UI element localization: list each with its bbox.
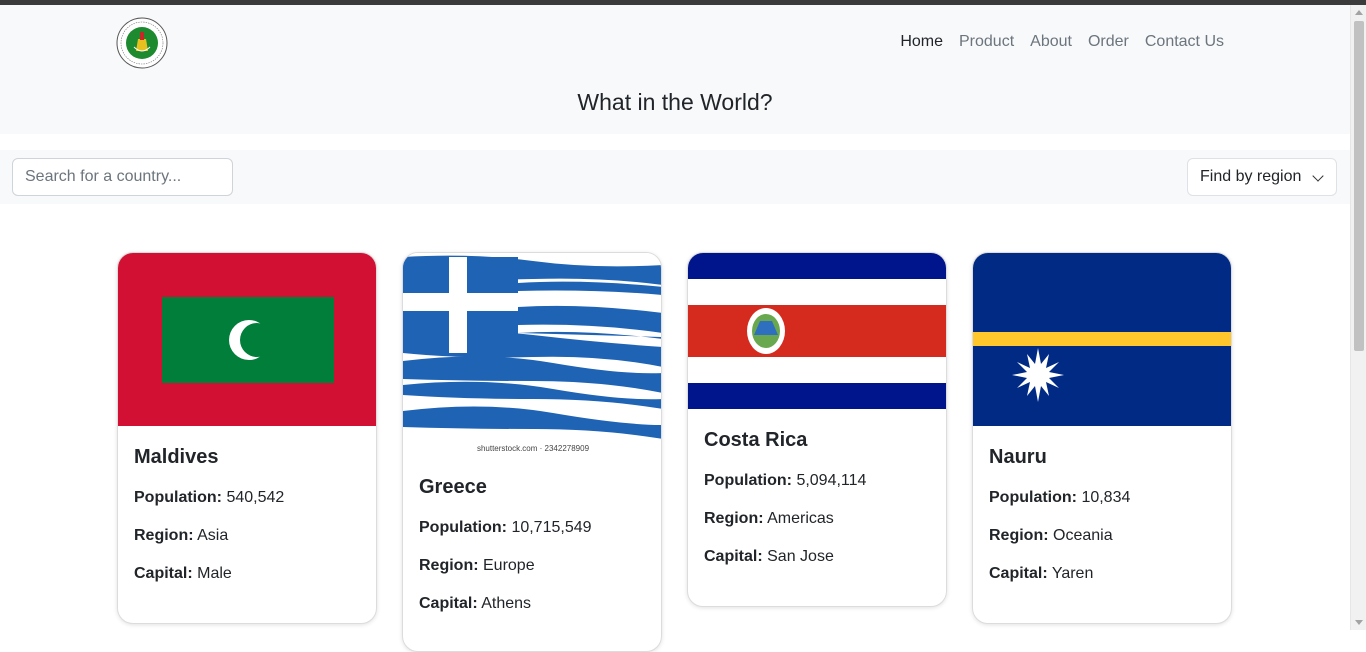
filter-toolbar: Find by region	[0, 150, 1350, 204]
population-row: Population: 5,094,114	[704, 472, 867, 489]
population-value: 5,094,114	[796, 472, 867, 489]
svg-text:shutterstock.com · 2342278909: shutterstock.com · 2342278909	[477, 444, 590, 453]
site-header: Home Product About Order Contact Us What…	[0, 5, 1350, 134]
country-search-input[interactable]	[12, 158, 233, 196]
country-name: Costa Rica	[704, 429, 808, 451]
capital-value: Male	[197, 565, 232, 582]
region-value: Oceania	[1053, 527, 1113, 544]
capital-value: San Jose	[767, 548, 834, 565]
scrollbar-thumb[interactable]	[1354, 21, 1364, 351]
region-row: Region: Oceania	[989, 527, 1113, 544]
nav-contact-us[interactable]: Contact Us	[1145, 33, 1224, 51]
country-card-maldives[interactable]: Maldives Population: 540,542 Region: Asi…	[117, 252, 377, 624]
emblem-logo-icon[interactable]	[116, 17, 168, 69]
region-value: Asia	[197, 527, 229, 544]
population-value: 10,715,549	[511, 519, 592, 536]
nav-about[interactable]: About	[1030, 33, 1072, 51]
country-name: Maldives	[134, 446, 219, 468]
capital-row: Capital: San Jose	[704, 548, 834, 565]
country-card-costa-rica[interactable]: Costa Rica Population: 5,094,114 Region:…	[687, 252, 947, 607]
capital-value: Athens	[481, 595, 532, 612]
costa-rica-flag-image	[688, 253, 946, 409]
capital-row: Capital: Athens	[419, 595, 532, 612]
region-value: Europe	[483, 557, 535, 574]
region-dropdown[interactable]: Find by region	[1187, 158, 1337, 196]
nav-order[interactable]: Order	[1088, 33, 1129, 51]
page-scrollbar[interactable]	[1350, 5, 1366, 630]
page-title: What in the World?	[577, 89, 773, 115]
region-value: Americas	[767, 510, 834, 527]
nav-product[interactable]: Product	[959, 33, 1014, 51]
greece-flag-image: shutterstock.com · 2342278909	[403, 253, 661, 456]
capital-value: Yaren	[1051, 565, 1094, 582]
maldives-flag-image	[118, 253, 376, 426]
nav-home[interactable]: Home	[900, 33, 943, 51]
region-dropdown-label: Find by region	[1200, 168, 1302, 185]
capital-row: Capital: Yaren	[989, 565, 1094, 582]
chevron-down-icon	[1312, 170, 1324, 182]
region-row: Region: Europe	[419, 557, 535, 574]
country-card-greece[interactable]: shutterstock.com · 2342278909 Greece Pop…	[402, 252, 662, 652]
population-row: Population: 10,715,549	[419, 519, 592, 536]
nauru-flag-image	[973, 253, 1231, 426]
main-nav: Home Product About Order Contact Us	[900, 33, 1224, 51]
population-value: 10,834	[1081, 489, 1131, 506]
population-row: Population: 540,542	[134, 489, 285, 506]
scroll-up-arrow-icon[interactable]	[1355, 10, 1363, 15]
scroll-down-arrow-icon[interactable]	[1355, 620, 1363, 625]
population-row: Population: 10,834	[989, 489, 1131, 506]
population-value: 540,542	[226, 489, 285, 506]
country-name: Nauru	[989, 446, 1047, 468]
country-card-nauru[interactable]: Nauru Population: 10,834 Region: Oceania…	[972, 252, 1232, 624]
country-name: Greece	[419, 476, 487, 498]
region-row: Region: Asia	[134, 527, 229, 544]
capital-row: Capital: Male	[134, 565, 232, 582]
region-row: Region: Americas	[704, 510, 834, 527]
